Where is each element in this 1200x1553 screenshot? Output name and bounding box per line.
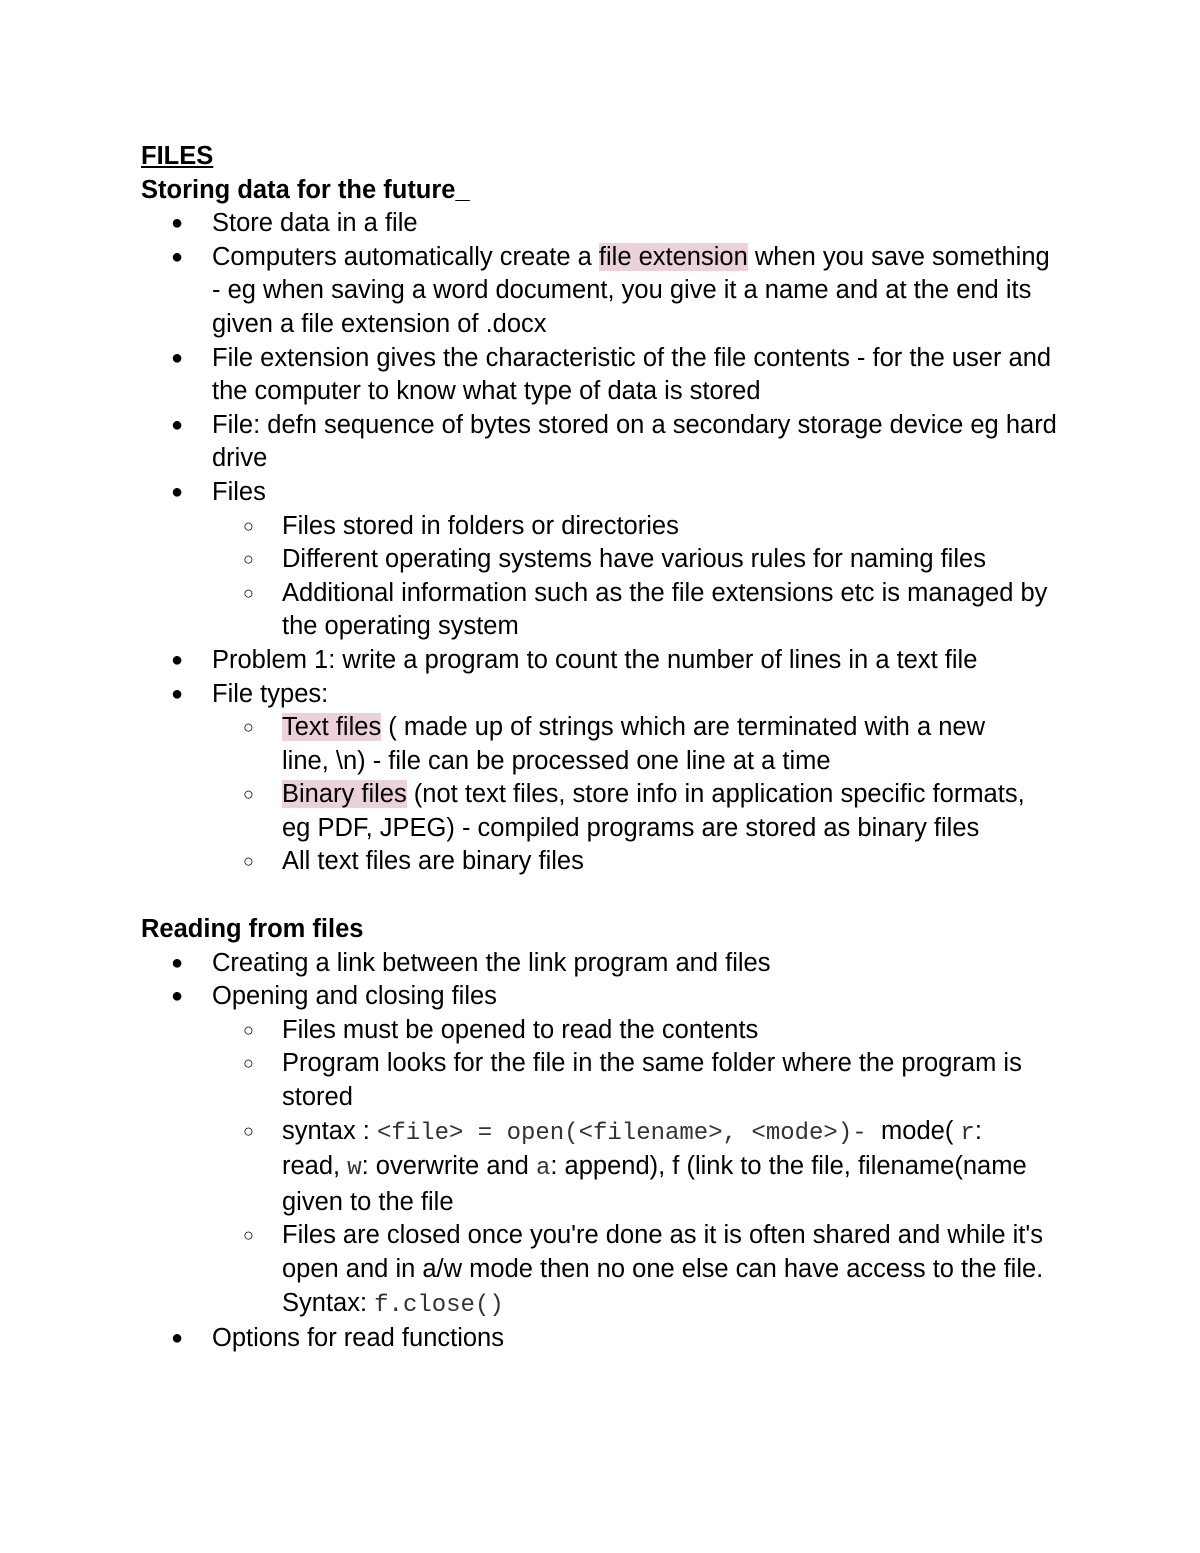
hollow-bullet-icon: ○ bbox=[243, 1019, 254, 1040]
list-item: ● Computers automatically create a file e… bbox=[141, 241, 1071, 275]
sub-list-item: ○ Files must be opened to read the conten… bbox=[141, 1014, 1071, 1048]
section-heading-reading: Reading from files bbox=[141, 915, 364, 944]
list-item: ● Options for read functions bbox=[141, 1322, 1071, 1356]
hollow-bullet-icon: ○ bbox=[243, 851, 254, 872]
list-item: ● Creating a link between the link progra… bbox=[141, 947, 1071, 981]
bullet-icon: ● bbox=[171, 682, 184, 705]
bullet-icon: ● bbox=[171, 346, 184, 369]
bullet-icon: ● bbox=[171, 951, 184, 974]
sub-list-item: ○ Program looks for the file in the same … bbox=[141, 1047, 1071, 1081]
list-item-continuation: - eg when saving a word document, you gi… bbox=[212, 276, 1032, 305]
highlighted-term: Text files bbox=[282, 713, 382, 742]
hollow-bullet-icon: ○ bbox=[243, 1053, 254, 1074]
bullet-icon: ● bbox=[171, 480, 184, 503]
sub-list-item: ○ Additional information such as the file… bbox=[141, 577, 1071, 611]
list-item: ● File: defn sequence of bytes stored on … bbox=[141, 409, 1071, 443]
hollow-bullet-icon: ○ bbox=[243, 549, 254, 570]
list-item: ● Problem 1: write a program to count the… bbox=[141, 644, 1071, 678]
bullet-icon: ● bbox=[171, 413, 184, 436]
sub-list-item-continuation: line, \n) - file can be processed one li… bbox=[282, 746, 831, 775]
list-item-continuation: the computer to know what type of data i… bbox=[212, 377, 761, 406]
sub-list-item-continuation: given to the file bbox=[282, 1187, 454, 1216]
bullet-icon: ● bbox=[171, 985, 184, 1008]
sub-list-item: ○ syntax : <file> = open(<filename>, <mod… bbox=[243, 1116, 982, 1147]
highlighted-term: file extension bbox=[598, 242, 748, 271]
code-snippet: w bbox=[347, 1155, 362, 1183]
section-heading-storing: Storing data for the future_ bbox=[141, 175, 470, 204]
sub-list-item-continuation: open and in a/w mode then no one else ca… bbox=[282, 1255, 1044, 1283]
sub-list-item: ○ All text files are binary files bbox=[141, 845, 1071, 879]
list-item-continuation: given a file extension of .docx bbox=[212, 309, 547, 338]
code-snippet: a bbox=[535, 1155, 551, 1183]
sub-list-item-continuation: stored bbox=[282, 1083, 353, 1112]
sub-list-item: ○ Binary files (not text files, store inf… bbox=[141, 778, 1071, 812]
code-snippet: r bbox=[960, 1119, 975, 1147]
highlighted-term: Binary files bbox=[282, 780, 407, 809]
sub-list-item: ○ Files stored in folders or directories bbox=[141, 510, 1071, 544]
bullet-icon: ● bbox=[171, 648, 184, 671]
code-snippet: <file> = open(<filename>, <mode>)- bbox=[376, 1119, 882, 1147]
list-item-continuation: drive bbox=[212, 444, 268, 473]
list-item: ● File extension gives the characteristic… bbox=[141, 342, 1071, 376]
hollow-bullet-icon: ○ bbox=[243, 1225, 254, 1246]
sub-list-item-continuation: read, w: overwrite and a: append), f (li… bbox=[282, 1152, 1027, 1183]
list-item: ● File types: bbox=[141, 678, 1071, 712]
list-item: ● Files bbox=[141, 476, 1071, 510]
list-item: ● Store data in a file bbox=[141, 207, 1071, 241]
hollow-bullet-icon: ○ bbox=[243, 582, 254, 603]
sub-list-item: ○ Files are closed once you're done as it… bbox=[141, 1219, 1071, 1253]
doc-title: FILES bbox=[141, 142, 214, 170]
sub-list-item-continuation: eg PDF, JPEG) - compiled programs are st… bbox=[282, 813, 980, 842]
hollow-bullet-icon: ○ bbox=[243, 515, 254, 536]
sub-list-item: ○ Text files ( made up of strings which a… bbox=[141, 711, 1071, 745]
bullet-icon: ● bbox=[171, 1327, 184, 1350]
document-page: FILES Storing data for the future_ ● Stor… bbox=[141, 140, 1071, 1356]
list-item: ● Opening and closing files bbox=[141, 980, 1071, 1014]
hollow-bullet-icon: ○ bbox=[243, 1120, 254, 1141]
sub-list-item-continuation: the operating system bbox=[282, 612, 519, 641]
bullet-icon: ● bbox=[171, 212, 184, 235]
code-snippet: f.close() bbox=[374, 1291, 504, 1319]
sub-list-item: ○ Different operating systems have variou… bbox=[141, 543, 1071, 577]
sub-list-item-continuation: Syntax: f.close() bbox=[282, 1288, 504, 1319]
hollow-bullet-icon: ○ bbox=[243, 717, 254, 738]
hollow-bullet-icon: ○ bbox=[243, 784, 254, 805]
bullet-icon: ● bbox=[171, 245, 184, 268]
